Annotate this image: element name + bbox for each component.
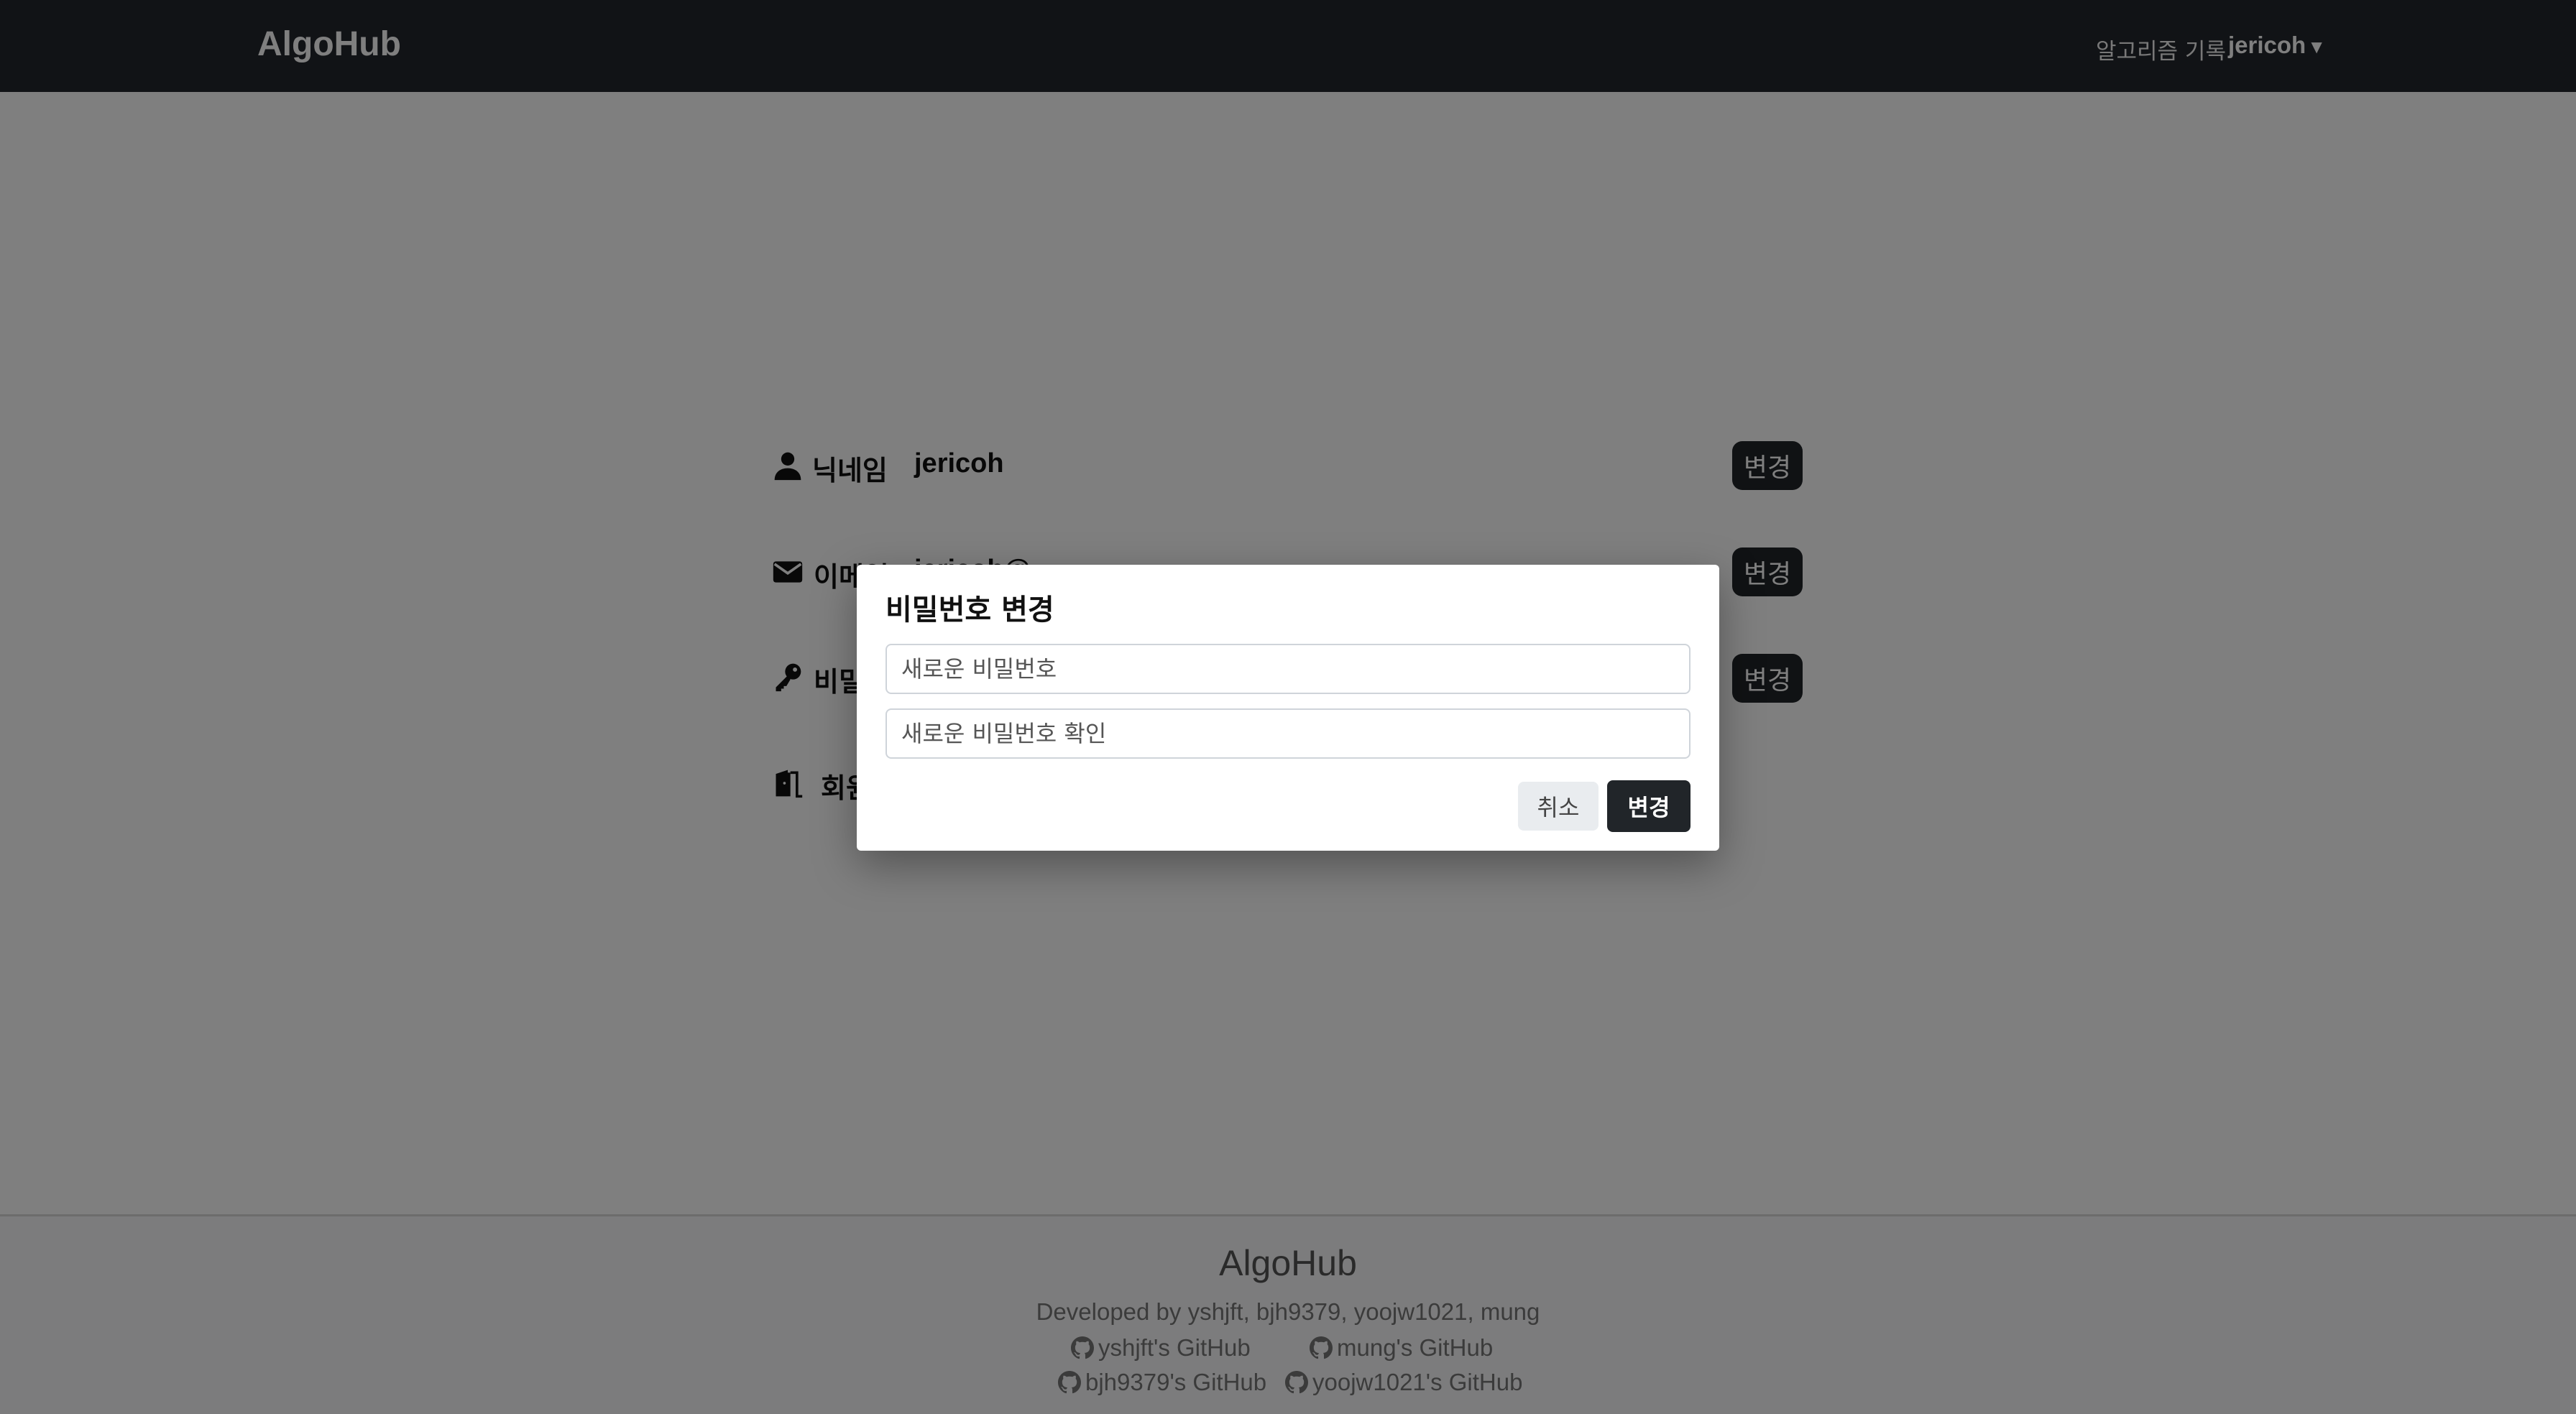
confirm-change-button[interactable]: 변경 xyxy=(1607,780,1690,832)
modal-title: 비밀번호 변경 xyxy=(886,593,1054,627)
confirm-password-input[interactable] xyxy=(886,708,1690,759)
new-password-input[interactable] xyxy=(886,644,1690,694)
change-password-modal: 비밀번호 변경 취소 변경 xyxy=(857,565,1719,851)
cancel-button[interactable]: 취소 xyxy=(1518,782,1598,831)
